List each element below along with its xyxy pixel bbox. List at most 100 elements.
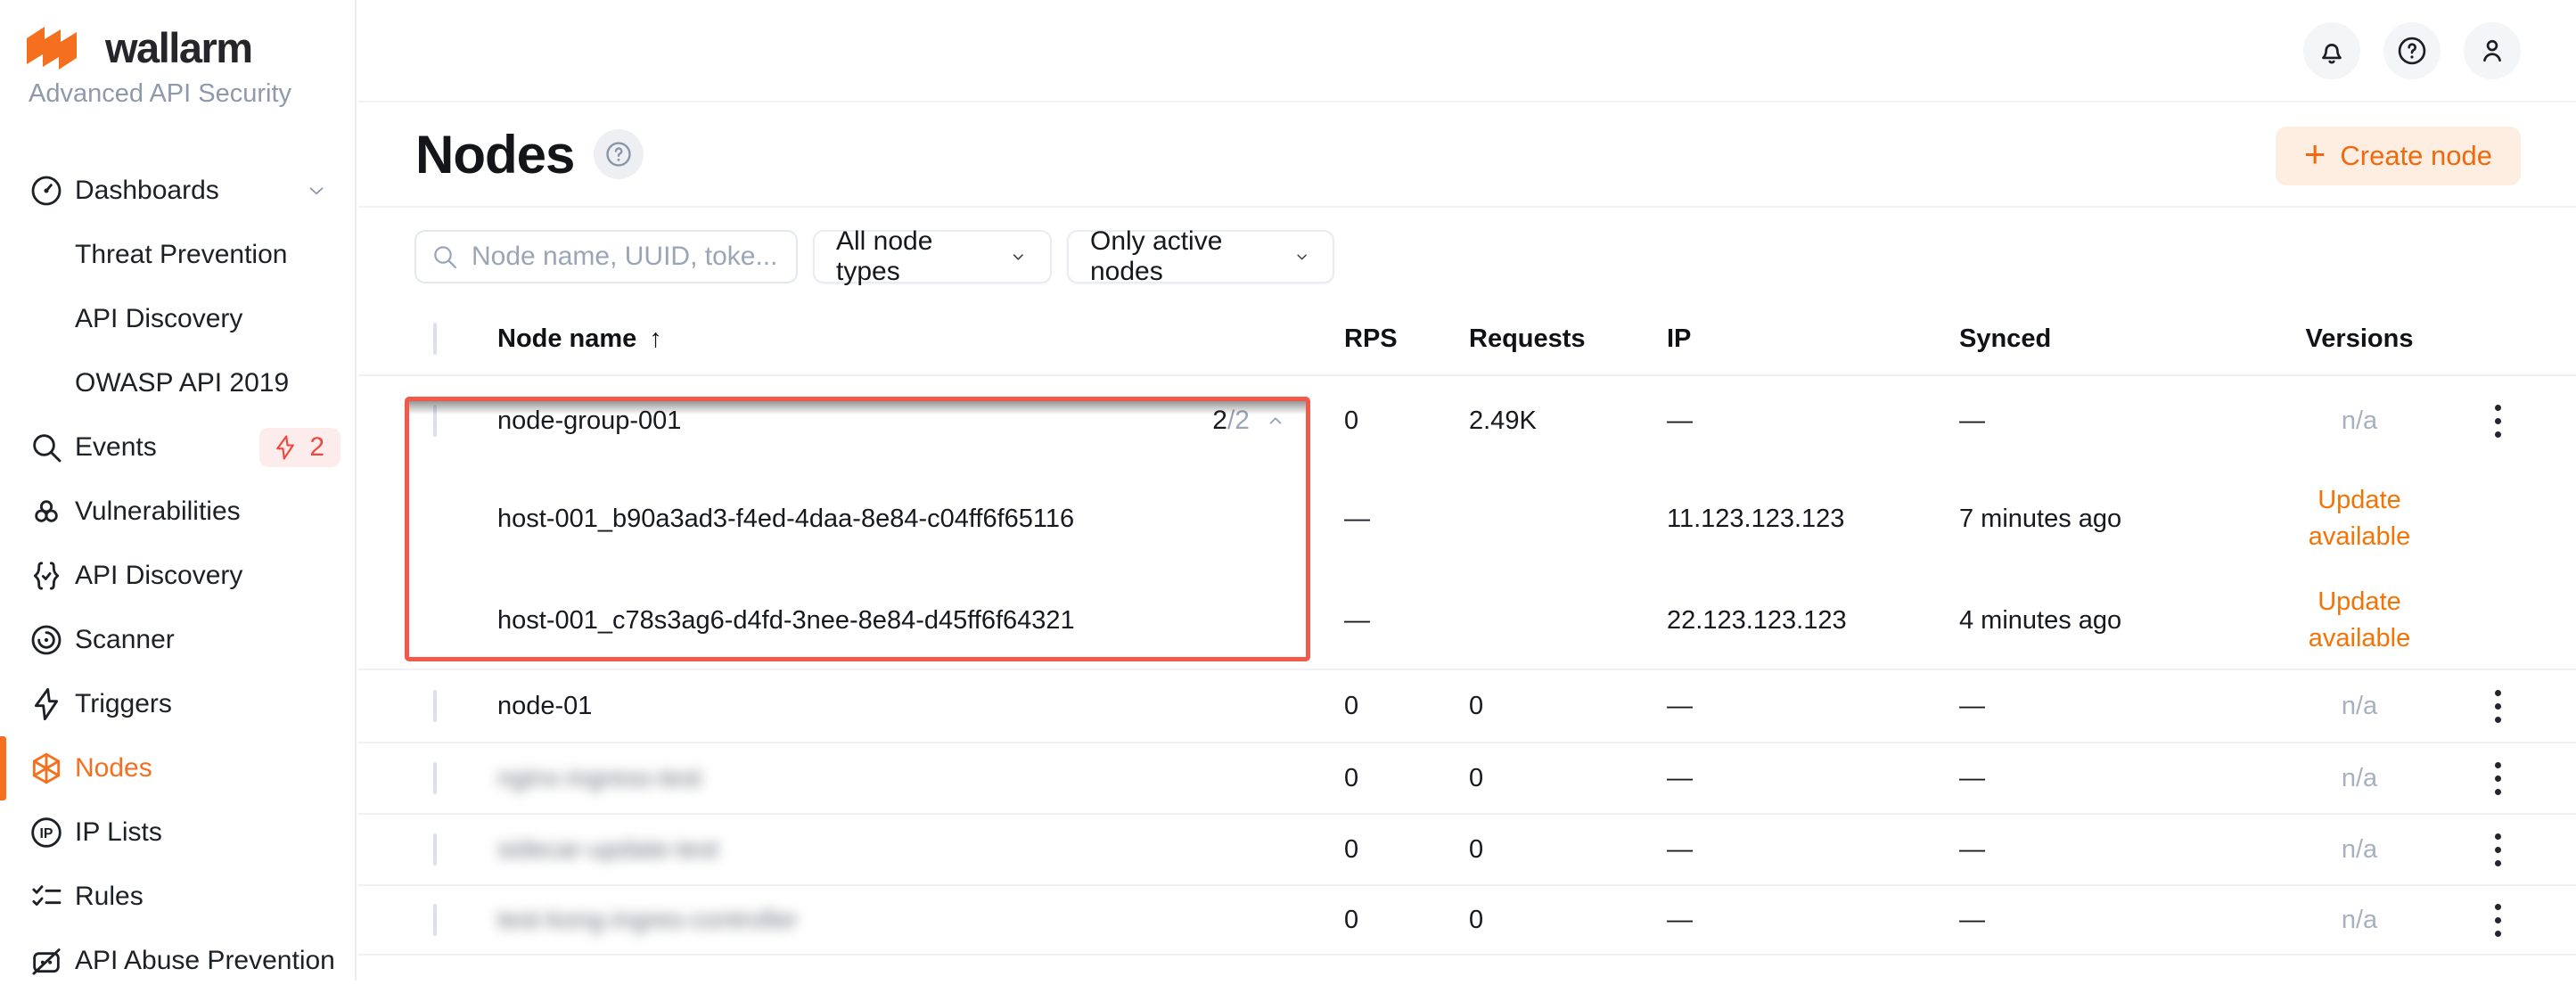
row-menu-button[interactable] (2488, 826, 2508, 874)
node-name-blurred: nginx-ingress-test (497, 764, 701, 793)
nodes-page: wallarm Advanced API Security Dashboards… (0, 0, 2576, 981)
sort-ascending-icon: ↑ (649, 324, 662, 354)
bolt-icon (29, 686, 64, 722)
table-row-host-instance[interactable]: host-001_c78s3ag6-d4fd-3nee-8e84-d45ff6f… (358, 572, 2576, 669)
table-row-node[interactable]: node-01 0 0 — — n/a (358, 669, 2576, 742)
node-type-filter-value: All node types (836, 226, 994, 287)
create-node-button[interactable]: + Create node (2276, 127, 2521, 185)
sidebar-item-nodes[interactable]: Nodes (0, 736, 355, 800)
column-header-rps[interactable]: RPS (1339, 324, 1464, 354)
plus-icon: + (2304, 135, 2326, 173)
nodes-table: Node name ↑ RPS Requests IP Synced Versi… (358, 303, 2576, 956)
main-area: Nodes + Create node All node types (358, 0, 2576, 981)
account-button[interactable] (2464, 22, 2521, 79)
row-menu-button[interactable] (2488, 755, 2508, 802)
row-checkbox[interactable] (433, 833, 437, 866)
search-box[interactable] (414, 230, 798, 283)
sidebar-item-ip-lists[interactable]: IP IP Lists (0, 800, 355, 865)
row-checkbox[interactable] (433, 904, 437, 936)
sidebar-item-dashboards[interactable]: Dashboards (0, 159, 355, 223)
update-available-link[interactable]: Update available (2293, 584, 2426, 657)
select-all-checkbox[interactable] (433, 323, 437, 355)
ip-value: — (1660, 906, 1954, 935)
row-checkbox[interactable] (433, 405, 437, 437)
svg-text:IP: IP (40, 826, 53, 841)
node-name: node-group-001 (497, 406, 681, 436)
row-menu-button[interactable] (2488, 398, 2508, 445)
update-available-link[interactable]: Update available (2293, 482, 2426, 555)
bell-icon (2315, 34, 2349, 68)
topbar (358, 0, 2576, 103)
events-attack-badge[interactable]: 2 (259, 428, 340, 467)
activity-filter[interactable]: Only active nodes (1067, 230, 1334, 283)
versions-value: n/a (2342, 764, 2377, 792)
chevron-down-icon (1292, 246, 1311, 267)
search-icon (29, 430, 64, 465)
column-header-synced[interactable]: Synced (1954, 324, 2248, 354)
search-input[interactable] (470, 241, 782, 273)
table-row-node-group[interactable]: node-group-001 2/2 0 2.49K — — n/a (358, 376, 2576, 465)
table-row-node[interactable]: test-kong-ingres-controller 0 0 — — n/a (358, 884, 2576, 956)
rps-value: 0 (1339, 764, 1464, 793)
sidebar-item-scanner[interactable]: Scanner (0, 608, 355, 672)
sidebar-item-owasp-api-2019[interactable]: OWASP API 2019 (0, 351, 355, 415)
versions-value: n/a (2342, 406, 2377, 435)
sidebar-item-threat-prevention[interactable]: Threat Prevention (0, 223, 355, 287)
wallarm-logo-icon (27, 24, 93, 72)
table-row-host-instance[interactable]: host-001_b90a3ad3-f4ed-4daa-8e84-c04ff6f… (358, 465, 2576, 572)
column-header-requests[interactable]: Requests (1464, 324, 1660, 354)
user-icon (2475, 34, 2509, 68)
requests-value: 2.49K (1464, 406, 1660, 436)
checklist-icon (29, 879, 64, 915)
sidebar-item-events[interactable]: Events 2 (0, 415, 355, 480)
row-checkbox[interactable] (433, 690, 437, 722)
node-type-filter[interactable]: All node types (813, 230, 1052, 283)
sidebar-item-label: OWASP API 2019 (75, 368, 289, 398)
sidebar-item-api-discovery[interactable]: API Discovery (0, 544, 355, 608)
sidebar-item-api-abuse-prevention[interactable]: API Abuse Prevention (0, 929, 355, 993)
sidebar-item-label: Nodes (75, 753, 152, 784)
ip-value: 22.123.123.123 (1660, 606, 1954, 636)
synced-value: — (1954, 835, 2248, 865)
node-name: host-001_c78s3ag6-d4fd-3nee-8e84-d45ff6f… (497, 606, 1075, 636)
sidebar-item-triggers[interactable]: Triggers (0, 672, 355, 736)
bolt-icon (272, 434, 299, 461)
rps-value: 0 (1339, 835, 1464, 865)
node-name-blurred: test-kong-ingres-controller (497, 906, 798, 935)
synced-value: 4 minutes ago (1954, 606, 2248, 636)
column-header-versions[interactable]: Versions (2248, 324, 2471, 354)
brand[interactable]: wallarm (0, 0, 355, 72)
ip-value: — (1660, 692, 1954, 721)
table-row-node[interactable]: sidecar-update-test 0 0 — — n/a (358, 813, 2576, 884)
sidebar-item-rules[interactable]: Rules (0, 865, 355, 929)
node-name: node-01 (497, 692, 592, 721)
row-menu-button[interactable] (2488, 683, 2508, 730)
group-collapse-toggle[interactable]: 2/2 (1212, 406, 1287, 436)
rps-value: — (1339, 505, 1464, 534)
sidebar-item-label: Vulnerabilities (75, 497, 241, 527)
gauge-icon (29, 173, 64, 209)
page-help-button[interactable] (594, 129, 644, 179)
sidebar-item-vulnerabilities[interactable]: Vulnerabilities (0, 480, 355, 544)
table-row-node[interactable]: nginx-ingress-test 0 0 — — n/a (358, 742, 2576, 813)
sidebar-item-api-discovery-dashboard[interactable]: API Discovery (0, 287, 355, 351)
node-name-blurred: sidecar-update-test (497, 835, 718, 865)
chevron-down-icon[interactable] (305, 179, 328, 202)
synced-value: — (1954, 906, 2248, 935)
ip-value: — (1660, 406, 1954, 436)
search-icon (431, 242, 459, 271)
help-button[interactable] (2383, 22, 2441, 79)
column-header-node-name[interactable]: Node name ↑ (465, 324, 1339, 354)
ip-value: — (1660, 764, 1954, 793)
column-header-ip[interactable]: IP (1660, 324, 1954, 354)
filters-bar: All node types Only active nodes (358, 208, 2576, 303)
sidebar: wallarm Advanced API Security Dashboards… (0, 0, 357, 981)
sidebar-item-label: Dashboards (75, 176, 219, 206)
sidebar-item-label: API Discovery (75, 304, 242, 334)
ip-value: — (1660, 835, 1954, 865)
chevron-up-icon (1264, 409, 1287, 432)
row-checkbox[interactable] (433, 762, 437, 794)
row-menu-button[interactable] (2488, 897, 2508, 944)
rps-value: 0 (1339, 406, 1464, 436)
notifications-button[interactable] (2303, 22, 2360, 79)
